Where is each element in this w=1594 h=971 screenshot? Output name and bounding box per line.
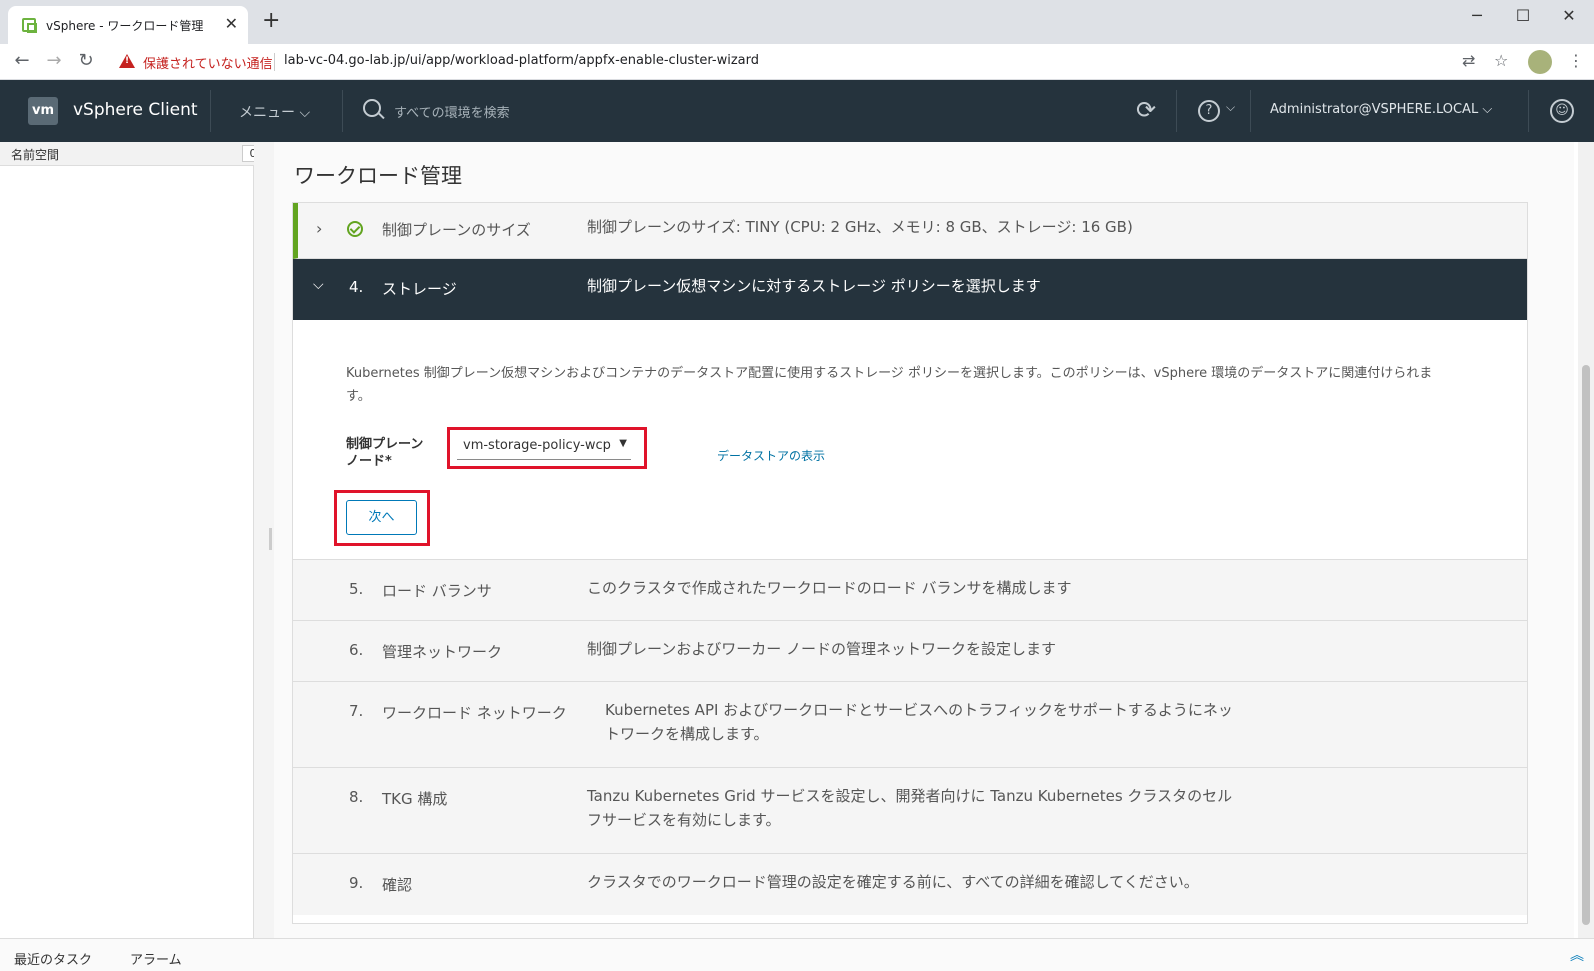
reload-icon[interactable]: ↻ [74, 50, 98, 71]
chevron-right-icon[interactable]: › [316, 219, 322, 238]
step-desc: クラスタでのワークロード管理の設定を確定する前に、すべての詳細を確認してください… [587, 873, 1199, 891]
scrollbar-thumb[interactable] [1582, 365, 1590, 925]
step-desc: 制御プレーンのサイズ: TINY (CPU: 2 GHz、メモリ: 8 GB、ス… [587, 218, 1133, 236]
header-divider [1176, 90, 1177, 132]
chevron-down-icon[interactable]: ⌵ [1226, 100, 1235, 115]
insecure-label[interactable]: 保護されていない通信 [143, 53, 273, 72]
bookmark-star-icon[interactable]: ☆ [1494, 51, 1508, 70]
minimize-icon[interactable]: ─ [1454, 6, 1500, 25]
storage-description: Kubernetes 制御プレーン仮想マシンおよびコンテナのデータストア配置に使… [346, 366, 1433, 404]
forward-icon[interactable]: → [42, 50, 66, 71]
namespace-header: 名前空間 0 [0, 142, 266, 166]
step-name: ストレージ [382, 280, 457, 298]
window-close-icon[interactable]: ✕ [1546, 6, 1592, 25]
splitter-grip[interactable] [269, 528, 272, 550]
step-number: 9. [349, 874, 364, 892]
user-menu[interactable]: Administrator@VSPHERE.LOCAL ⌵ [1270, 102, 1492, 117]
browser-tab[interactable]: vSphere - ワークロード管理 ✕ [8, 6, 248, 44]
main-content: ワークロード管理 › 制御プレーンのサイズ 制御プレーンのサイズ: TINY (… [274, 142, 1574, 938]
step-desc: Tanzu Kubernetes Grid サービスを設定し、開発者向けに Ta… [587, 787, 1233, 829]
chevron-down-icon[interactable]: ▼ [619, 438, 627, 449]
app-name[interactable]: vSphere Client [73, 100, 198, 120]
vsphere-favicon-icon [22, 18, 37, 33]
header-divider [210, 90, 211, 132]
address-bar: ← → ↻ ! 保護されていない通信 lab-vc-04.go-lab.jp/u… [0, 44, 1594, 80]
step-number: 6. [349, 641, 364, 659]
bottom-task-bar: 最近のタスク アラーム ︽ [0, 938, 1594, 971]
warning-icon[interactable]: ! [119, 54, 135, 68]
profile-avatar[interactable] [1528, 50, 1552, 74]
control-plane-node-label: 制御プレーン ノード* [346, 437, 424, 469]
new-tab-button[interactable]: + [262, 10, 280, 32]
browser-tab-bar: vSphere - ワークロード管理 ✕ + ─ ☐ ✕ [0, 0, 1594, 44]
translate-icon[interactable]: ⇄ [1462, 51, 1475, 70]
step-name: 確認 [382, 876, 413, 894]
browser-menu-icon[interactable]: ⋮ [1568, 51, 1584, 70]
double-chevron-up-icon[interactable]: ︽ [1570, 945, 1584, 965]
step-number: 4. [349, 278, 364, 296]
step-review[interactable]: 9. 確認 クラスタでのワークロード管理の設定を確定する前に、すべての詳細を確認… [293, 854, 1527, 915]
url-separator [274, 53, 275, 71]
step-tkg-config[interactable]: 8. TKG 構成 Tanzu Kubernetes Grid サービスを設定し… [293, 768, 1527, 854]
menu-dropdown[interactable]: メニュー ⌵ [239, 102, 310, 122]
help-icon[interactable]: ? [1198, 100, 1220, 122]
header-divider [1528, 90, 1529, 132]
step-number: 7. [349, 702, 364, 720]
search-icon[interactable] [363, 99, 381, 117]
step-name: ワークロード ネットワーク [382, 704, 567, 722]
chevron-down-icon[interactable]: ⌵ [313, 277, 324, 293]
back-icon[interactable]: ← [10, 50, 34, 71]
step-name: 管理ネットワーク [382, 643, 503, 661]
recent-tasks-tab[interactable]: 最近のタスク [14, 949, 92, 968]
step-desc: 制御プレーン仮想マシンに対するストレージ ポリシーを選択します [587, 277, 1041, 295]
show-datastore-link[interactable]: データストアの表示 [717, 447, 825, 464]
step-load-balancer[interactable]: 5. ロード バランサ このクラスタで作成されたワークロードのロード バランサを… [293, 560, 1527, 621]
step-number: 5. [349, 580, 364, 598]
tab-title: vSphere - ワークロード管理 [46, 19, 204, 33]
step-name: ロード バランサ [382, 582, 492, 600]
url-input[interactable]: lab-vc-04.go-lab.jp/ui/app/workload-plat… [284, 53, 759, 68]
step-management-network[interactable]: 6. 管理ネットワーク 制御プレーンおよびワーカー ノードの管理ネットワークを設… [293, 621, 1527, 682]
alarms-tab[interactable]: アラーム [130, 949, 182, 968]
global-search-input[interactable]: すべての環境を検索 [394, 102, 510, 121]
step-desc: 制御プレーンおよびワーカー ノードの管理ネットワークを設定します [587, 640, 1057, 658]
vm-logo[interactable]: vm [28, 97, 58, 125]
enable-cluster-wizard: › 制御プレーンのサイズ 制御プレーンのサイズ: TINY (CPU: 2 GH… [292, 202, 1528, 924]
refresh-icon[interactable]: ⟳ [1136, 96, 1156, 124]
maximize-icon[interactable]: ☐ [1500, 6, 1546, 25]
step-workload-network[interactable]: 7. ワークロード ネットワーク Kubernetes API およびワークロー… [293, 682, 1527, 768]
namespace-sidebar: 名前空間 0 [0, 142, 266, 938]
storage-panel: Kubernetes 制御プレーン仮想マシンおよびコンテナのデータストア配置に使… [293, 320, 1527, 560]
storage-policy-select[interactable]: vm-storage-policy-wcp ▼ [457, 434, 631, 460]
step-number: 8. [349, 788, 364, 806]
namespace-label: 名前空間 [11, 148, 60, 162]
feedback-smiley-icon[interactable]: ☺ [1550, 99, 1574, 123]
next-button[interactable]: 次へ [346, 500, 417, 535]
step-desc: Kubernetes API およびワークロードとサービスへのトラフィックをサポ… [605, 701, 1233, 743]
step-desc: このクラスタで作成されたワークロードのロード バランサを構成します [587, 579, 1072, 597]
header-divider [342, 90, 343, 132]
step-control-plane-size[interactable]: › 制御プレーンのサイズ 制御プレーンのサイズ: TINY (CPU: 2 GH… [293, 203, 1527, 259]
step-name: TKG 構成 [382, 790, 448, 808]
step-name: 制御プレーンのサイズ [382, 221, 531, 239]
storage-policy-value: vm-storage-policy-wcp [463, 438, 611, 453]
page-title: ワークロード管理 [294, 164, 462, 188]
vsphere-header: vm vSphere Client メニュー ⌵ すべての環境を検索 ⟳ ? ⌵… [0, 80, 1594, 142]
step-storage[interactable]: ⌵ 4. ストレージ 制御プレーン仮想マシンに対するストレージ ポリシーを選択し… [293, 259, 1527, 320]
header-divider [1250, 90, 1251, 132]
tab-close-icon[interactable]: ✕ [225, 14, 238, 33]
check-circle-icon [347, 221, 363, 237]
